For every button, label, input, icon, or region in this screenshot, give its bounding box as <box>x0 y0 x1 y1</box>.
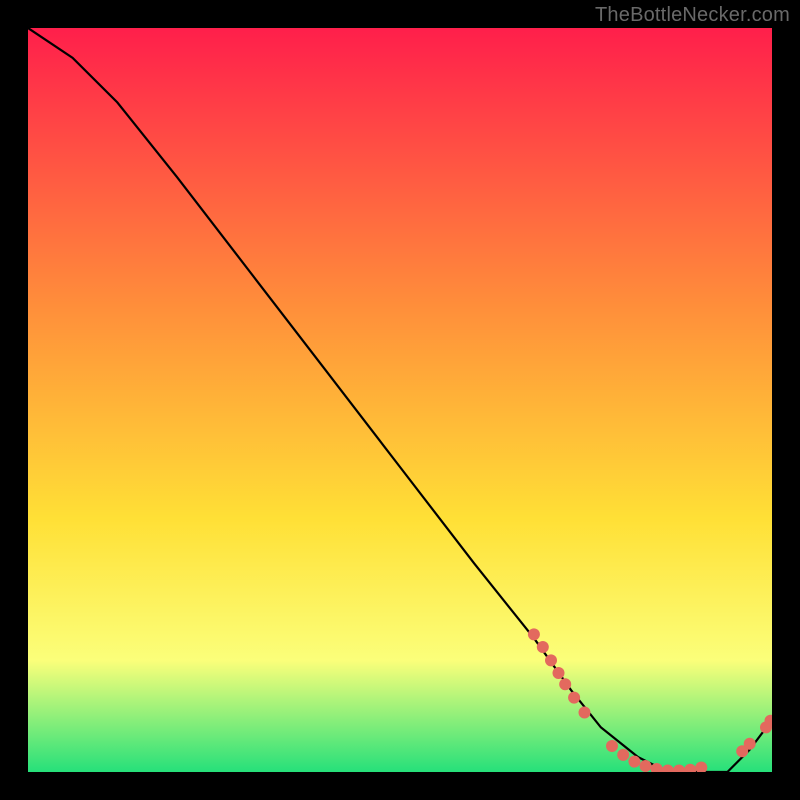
attribution-text: TheBottleNecker.com <box>595 4 790 27</box>
marker-point <box>528 628 540 640</box>
marker-point <box>568 692 580 704</box>
marker-point <box>553 667 565 679</box>
chart-svg <box>28 28 772 772</box>
marker-point <box>606 740 618 752</box>
plot-area <box>28 28 772 772</box>
marker-point <box>640 760 652 772</box>
gradient-background <box>28 28 772 772</box>
marker-point <box>617 749 629 761</box>
marker-point <box>744 738 756 750</box>
marker-point <box>579 707 591 719</box>
marker-point <box>628 756 640 768</box>
marker-point <box>559 678 571 690</box>
marker-point <box>545 654 557 666</box>
marker-point <box>537 641 549 653</box>
chart-stage: TheBottleNecker.com <box>0 0 800 800</box>
